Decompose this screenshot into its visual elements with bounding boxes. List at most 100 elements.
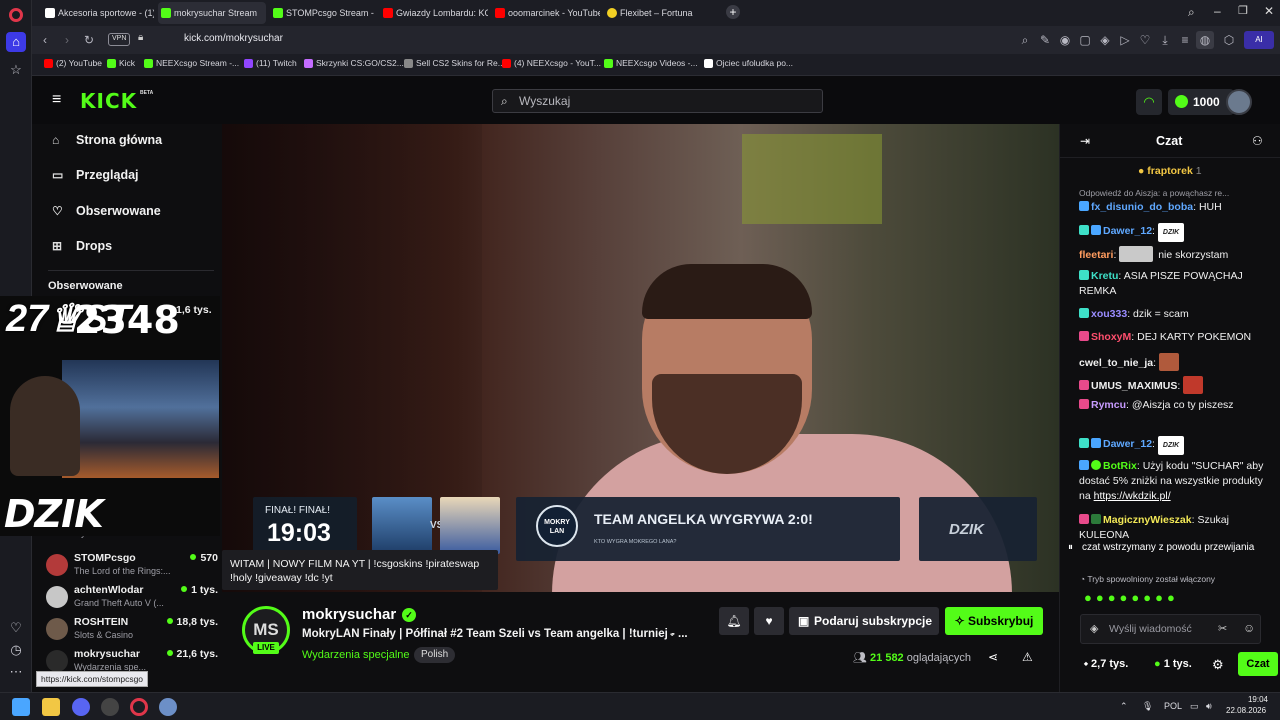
chat-users-icon[interactable]: ⚇ xyxy=(1252,134,1263,148)
network-icon[interactable]: ▭ xyxy=(1190,701,1199,712)
bookmark-item[interactable]: NEEXcsgo Stream -... xyxy=(144,58,239,68)
reload-icon[interactable]: ↻ xyxy=(80,31,98,49)
chat-username[interactable]: UMUS_MAXIMUS xyxy=(1091,380,1177,392)
mic-icon[interactable]: 🎙︎ xyxy=(1142,701,1153,712)
tab-3[interactable]: Gwiazdy Lombardu: KON xyxy=(380,2,488,24)
chat-username[interactable]: Dawer_12 xyxy=(1103,225,1152,237)
emote-bar[interactable]: ●●●●●●●● xyxy=(1084,590,1278,608)
forward-icon[interactable]: › xyxy=(58,31,76,49)
nav-browse[interactable]: ▭ Przeglądaj xyxy=(52,168,139,188)
chat-username[interactable]: cwel_to_nie_ja xyxy=(1079,357,1153,369)
follow-heart-button[interactable]: ♥ xyxy=(754,607,784,635)
discord-icon[interactable] xyxy=(72,698,90,716)
file-explorer-icon[interactable] xyxy=(42,698,60,716)
volume-icon[interactable]: 🔊︎ xyxy=(1206,701,1212,712)
emoji-icon[interactable]: ☺ xyxy=(1243,621,1255,635)
followed-channel[interactable]: ROSHTEIN Slots & Casino 18,8 tys. xyxy=(46,616,218,646)
nav-following[interactable]: ♡ Obserwowane xyxy=(52,204,161,224)
play-icon[interactable]: ▷ xyxy=(1116,31,1134,49)
collapse-chat-icon[interactable]: ⇥ xyxy=(1080,134,1090,148)
chat-input-box[interactable]: ◈ ✂︎ ☺ xyxy=(1080,614,1261,644)
chat-username[interactable]: Rymcu xyxy=(1091,399,1126,411)
clock-time[interactable]: 19:04 xyxy=(1228,695,1268,704)
menu-icon[interactable]: ≡ xyxy=(1176,31,1194,49)
tab-5[interactable]: Flexibet – Fortuna xyxy=(604,2,712,24)
bookmark-item[interactable]: Sell CS2 Skins for Re... xyxy=(404,58,505,68)
home-sidebar-icon[interactable]: ⌂ xyxy=(6,32,26,52)
bookmark-item[interactable]: (2) YouTube xyxy=(44,58,102,68)
search-input[interactable] xyxy=(519,92,809,110)
translate-icon[interactable]: ✂︎ xyxy=(1218,622,1227,635)
edit-icon[interactable]: ✎ xyxy=(1036,31,1054,49)
report-icon[interactable]: ⚠︎ xyxy=(1022,650,1033,664)
heart-toolbar-icon[interactable]: ♡ xyxy=(1136,31,1154,49)
profile-toolbar-icon[interactable]: ◍ xyxy=(1196,31,1214,49)
pip-webcam-overlay[interactable]: 27♕ST 2348 DZIK xyxy=(0,296,220,536)
extensions-icon[interactable]: ◈ xyxy=(1096,31,1114,49)
streamer-name[interactable]: mokrysuchar xyxy=(302,606,396,623)
chat-username[interactable]: Kretu xyxy=(1091,270,1118,282)
heart-sidebar-icon[interactable]: ♡ xyxy=(6,618,26,638)
bookmark-item[interactable]: Skrzynki CS:GO/CS2... xyxy=(304,58,404,68)
history-icon[interactable]: ◷ xyxy=(6,640,26,660)
points-pill[interactable]: 1000 xyxy=(1168,89,1234,115)
bookmark-item[interactable]: (11) Twitch xyxy=(244,58,297,68)
tab-2[interactable]: STOMPcsgo Stream - xyxy=(270,2,376,24)
chat-username[interactable]: fleetari xyxy=(1079,249,1113,261)
bookmark-item[interactable]: Kick xyxy=(107,58,135,68)
settings-taskbar-icon[interactable] xyxy=(159,698,177,716)
ai-button[interactable]: AI xyxy=(1244,31,1274,49)
bookmark-item[interactable]: (4) NEEXcsgo - YouT... xyxy=(502,58,601,68)
download-icon[interactable]: ⤓ xyxy=(1156,31,1174,49)
more-icon[interactable]: ⋯ xyxy=(6,662,26,682)
chat-username[interactable]: ShoxyM xyxy=(1091,331,1131,343)
chat-paused-banner[interactable]: ⏸︎ czat wstrzymany z powodu przewijania xyxy=(1064,538,1278,558)
bookmark-item[interactable]: NEEXcsgo Videos -... xyxy=(604,58,698,68)
chat-send-button[interactable]: Czat xyxy=(1238,652,1278,676)
minimize-icon[interactable]: – xyxy=(1214,4,1221,18)
chat-username[interactable]: xou333 xyxy=(1091,308,1127,320)
user-avatar[interactable] xyxy=(1226,89,1252,115)
chat-username[interactable]: BotRix xyxy=(1103,460,1137,472)
camera-icon[interactable]: ◉ xyxy=(1056,31,1074,49)
kick-logo[interactable]: KICK xyxy=(80,89,137,113)
close-window-icon[interactable]: ✕ xyxy=(1264,4,1274,18)
chat-username[interactable]: fx_disunio_do_boba xyxy=(1091,201,1193,213)
chat-username[interactable]: MagicznyWieszak xyxy=(1103,514,1192,526)
star-icon[interactable]: ☆ xyxy=(6,60,26,80)
tab-1[interactable]: mokrysuchar Stream xyxy=(158,2,266,24)
tab-search-icon[interactable]: ⌕ xyxy=(1188,5,1195,20)
restore-icon[interactable]: ❐ xyxy=(1238,4,1248,17)
cube-icon[interactable]: ⬡ xyxy=(1220,31,1238,49)
language-indicator[interactable]: POL xyxy=(1164,701,1182,711)
bookmark-icon[interactable]: ▢ xyxy=(1076,31,1094,49)
tab-4[interactable]: ooomarcinek - YouTube xyxy=(492,2,600,24)
chat-message-input[interactable] xyxy=(1109,621,1219,637)
nav-home[interactable]: ⌂ Strona główna xyxy=(52,133,162,153)
notification-bell-button[interactable]: 🔔︎ xyxy=(719,607,749,635)
url-field[interactable]: kick.com/mokrysuchar xyxy=(184,33,283,44)
video-player[interactable]: FINAŁ! FINAŁ! 19:03 VS MOKRY LAN TEAM AN… xyxy=(222,124,1059,594)
clock-date[interactable]: 22.08.2026 xyxy=(1226,706,1266,715)
tab-0[interactable]: Akcesoria sportowe - (1) | xyxy=(42,2,154,24)
language-tag[interactable]: Polish xyxy=(414,647,456,663)
search-box[interactable]: ⌕ xyxy=(492,89,823,113)
tray-chevron-icon[interactable]: ⌃ xyxy=(1120,701,1128,712)
followed-channel[interactable]: STOMPcsgo The Lord of the Rings:... 570 xyxy=(46,552,218,582)
zoom-icon[interactable]: ⌕ xyxy=(1016,31,1034,49)
chat-link[interactable]: https://wkdzik.pl/ xyxy=(1094,490,1171,502)
opera-logo-icon[interactable] xyxy=(9,8,23,22)
vpn-badge[interactable]: VPN xyxy=(108,33,131,46)
stream-category[interactable]: Wydarzenia specjalne xyxy=(302,649,410,661)
drops-header-icon[interactable]: ◠ xyxy=(1136,89,1162,115)
back-icon[interactable]: ‹ xyxy=(36,31,54,49)
opera-taskbar-icon[interactable] xyxy=(130,698,148,716)
steam-icon[interactable] xyxy=(101,698,119,716)
chat-username[interactable]: Dawer_12 xyxy=(1103,438,1152,450)
bookmark-item[interactable]: Ojciec ufoludka po... xyxy=(704,58,793,68)
subscribe-button[interactable]: ✧ Subskrybuj xyxy=(945,607,1043,635)
settings-icon[interactable]: ⚙︎ xyxy=(1212,657,1224,673)
gift-subscription-button[interactable]: ▣ Podaruj subskrypcje xyxy=(789,607,939,635)
nav-drops[interactable]: ⊞ Drops xyxy=(52,239,112,259)
new-tab-icon[interactable]: + xyxy=(726,5,740,19)
